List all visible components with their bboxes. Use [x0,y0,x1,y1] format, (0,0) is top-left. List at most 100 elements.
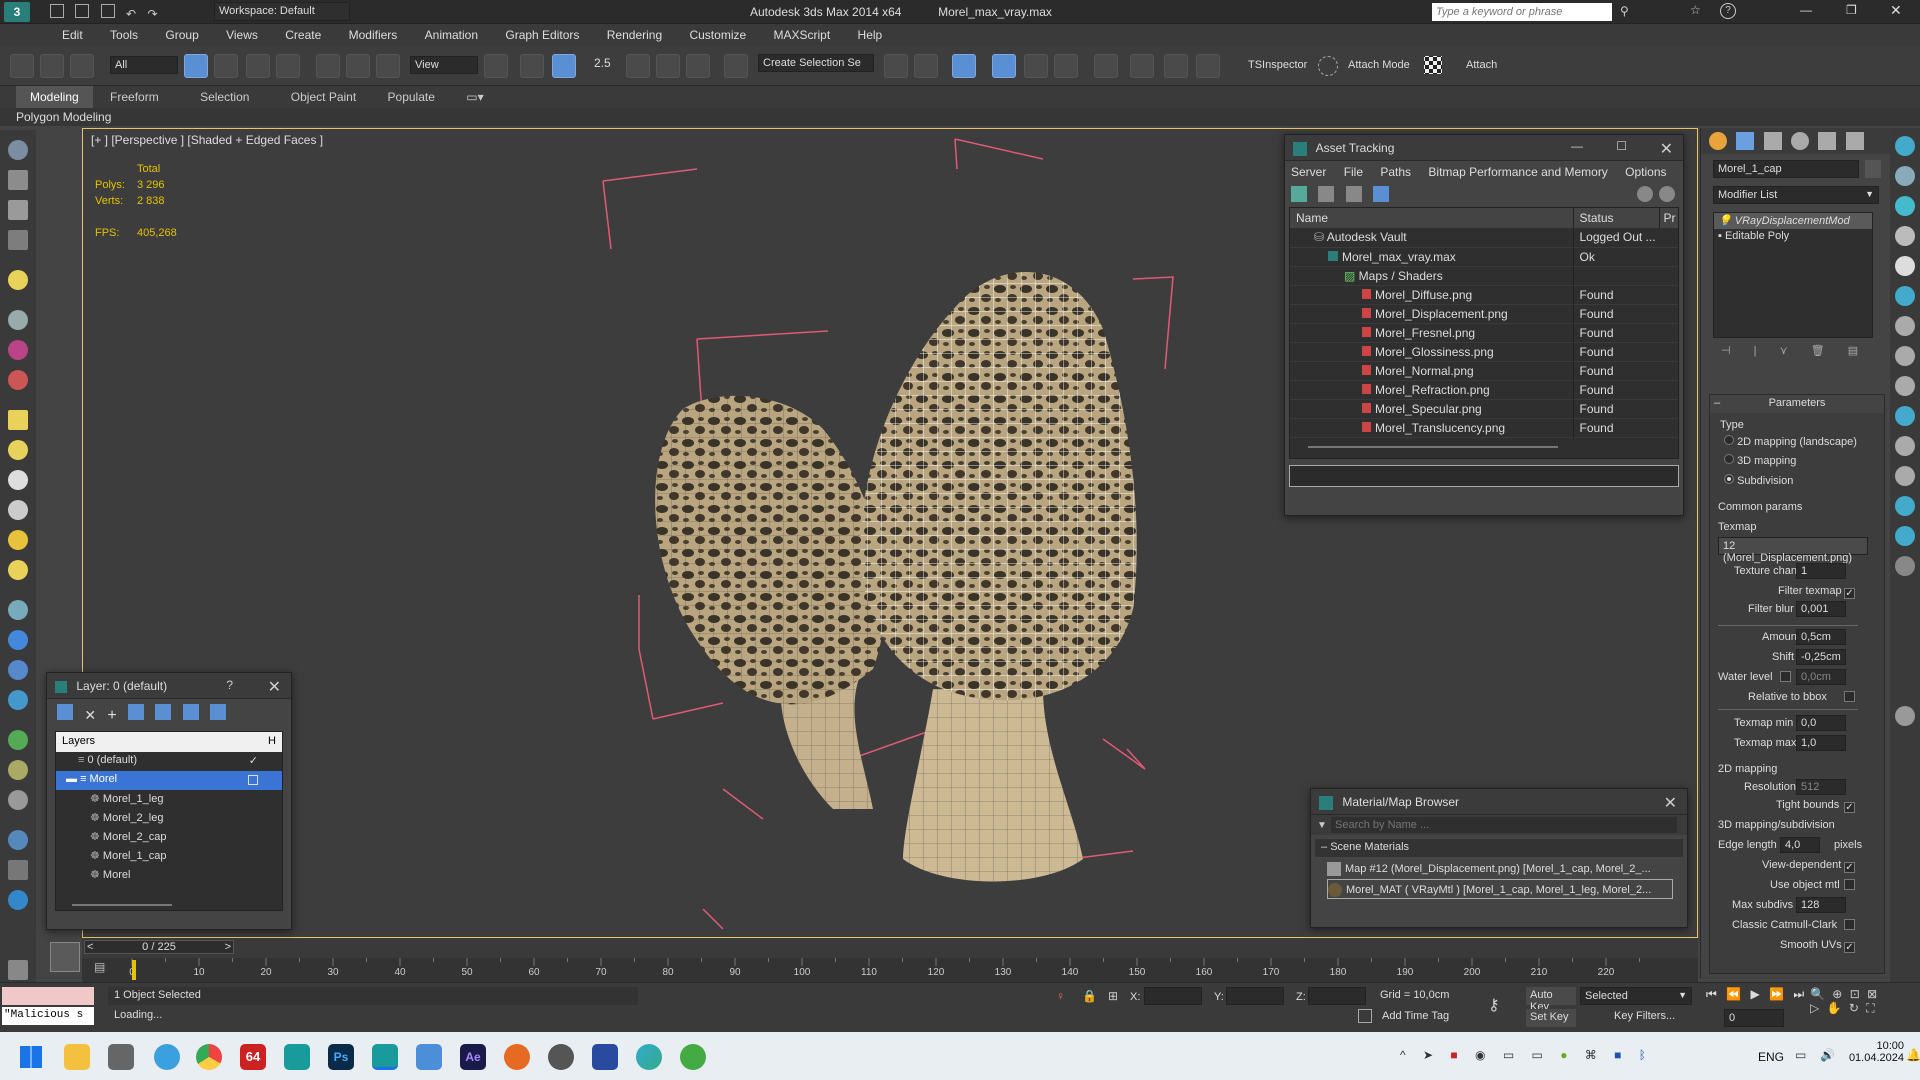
use-object-mtl-checkbox[interactable] [1844,879,1855,893]
tab-selection[interactable]: Selection [186,86,263,108]
morel-2-mesh[interactable] [655,395,885,809]
layer-window-titlebar[interactable]: Layer: 0 (default) ? ✕ [47,673,291,699]
asset-close-button[interactable]: ✕ [1660,139,1673,159]
display-tab-icon[interactable] [1818,132,1837,150]
texmap-button[interactable]: 12 (Morel_Displacement.png) [1718,537,1868,564]
time-cursor[interactable] [132,960,136,980]
show-end-result-icon[interactable]: | [1754,345,1757,357]
attach-mode-label[interactable]: Attach Mode [1348,59,1410,71]
tab-modeling[interactable]: Modeling [16,86,93,108]
vray-scene-icon[interactable] [1895,526,1915,546]
layer-help-button[interactable]: ? [226,678,233,692]
select-in-layer-icon[interactable] [128,704,145,720]
tray-nvidia-icon[interactable]: ● [1560,1048,1567,1062]
table-row[interactable]: Morel_Fresnel.png Found [1290,323,1678,342]
viewport-layout-icon[interactable] [8,230,28,250]
helper-icon[interactable] [8,340,28,360]
menu-customize[interactable]: Customize [677,24,758,46]
zoom-icon[interactable]: 🔍 [1810,987,1825,1001]
menu-group[interactable]: Group [153,24,210,46]
hide-all-layers-icon[interactable] [182,704,199,720]
tray-bluetooth-icon[interactable]: ᛒ [1639,1048,1646,1062]
menu-create[interactable]: Create [273,24,333,46]
torus-icon[interactable] [8,470,28,490]
workspace-dropdown[interactable]: Workspace: Default [214,2,350,21]
attach-button[interactable]: Attach [1466,59,1497,71]
scale-icon[interactable] [376,54,400,78]
tray-display-icon[interactable]: ▭ [1532,1048,1543,1062]
3dsmax-active-icon[interactable] [372,1044,398,1070]
telegram-icon[interactable] [154,1044,180,1070]
vray-plane-icon[interactable] [1895,346,1915,366]
water-level-checkbox[interactable] [1780,671,1791,685]
globe-icon[interactable] [8,690,28,710]
menu-graph-editors[interactable]: Graph Editors [493,24,591,46]
texmap-max-spinner[interactable]: 1,0 [1796,735,1846,751]
tray-record-icon[interactable]: ■ [1450,1048,1457,1062]
scene-explorer-icon[interactable] [8,170,28,190]
tray-chevron-icon[interactable]: ^ [1400,1048,1406,1062]
selection-lock-icon[interactable]: 🔒 [1082,989,1097,1003]
geosphere-icon[interactable] [8,560,28,580]
vray-help-icon[interactable] [1895,706,1915,726]
table-row[interactable]: Morel_Translucency.png Found [1290,418,1678,437]
list-item[interactable]: ☸ Morel_1_leg [56,790,282,809]
restore-button[interactable]: ❐ [1846,3,1857,17]
expand-arrow-icon[interactable]: ▬ [66,773,80,785]
select-object-icon[interactable] [184,54,208,78]
torrent-icon[interactable] [680,1044,706,1070]
light-icon[interactable] [8,270,28,290]
table-row[interactable]: Morel_Displacement.png Found [1290,304,1678,323]
star-icon[interactable]: ☆ [1690,3,1701,17]
modifier-list-dropdown[interactable]: Modifier List ▼ [1713,186,1879,204]
relative-bbox-checkbox[interactable] [1844,691,1855,705]
tray-telegram-icon[interactable]: ➤ [1423,1048,1433,1062]
tray-monitor2-icon[interactable]: ▭ [1795,1048,1806,1062]
menu-tools[interactable]: Tools [98,24,150,46]
absolute-mode-icon[interactable]: ⊞ [1108,989,1118,1003]
remove-modifier-icon[interactable]: 🗑 [1811,345,1825,357]
bind-spacewarp-icon[interactable] [70,54,94,78]
table-view-icon[interactable] [1373,186,1390,202]
keyboard-shortcut-icon[interactable] [520,54,544,78]
list-item[interactable]: ▬ ≡ Morel [56,771,282,790]
max-logo-icon[interactable]: 3 [4,2,30,22]
current-layer-box-icon[interactable] [248,775,258,785]
viewport-shading-icon[interactable] [8,890,28,910]
system-icon[interactable] [8,660,28,680]
asset-menu-server[interactable]: Server [1291,165,1326,179]
windows-start-icon[interactable] [20,1046,42,1068]
zoom-all-icon[interactable]: ⊕ [1832,987,1842,1001]
hierarchy-tab-icon[interactable] [1763,132,1782,150]
selection-filter-dropdown[interactable]: All [110,56,178,74]
tight-bounds-checkbox[interactable]: ✓ [1844,799,1855,813]
render-sphere-icon[interactable] [8,830,28,850]
ribbon-toggle-icon[interactable] [992,54,1016,78]
link-icon[interactable] [10,54,34,78]
list-item[interactable]: Morel_MAT ( VRayMtl ) [Morel_1_cap, More… [1327,879,1673,899]
add-to-layer-icon[interactable]: + [107,707,116,724]
g-app-icon[interactable] [504,1044,530,1070]
zoom-extents-all-icon[interactable]: ⊠ [1867,987,1877,1001]
menu-maxscript[interactable]: MAXScript [762,24,843,46]
open-file-icon[interactable] [75,4,90,18]
new-layer-icon[interactable] [57,704,73,720]
material-browser-titlebar[interactable]: Material/Map Browser ✕ [1311,789,1687,815]
app-64-icon[interactable]: 64 [240,1044,266,1070]
asset-menu-options[interactable]: Options [1625,165,1666,179]
undo-icon[interactable]: ↶ [126,7,136,21]
table-row[interactable]: Morel_max_vray.max Ok [1290,247,1678,266]
window-crossing-icon[interactable] [276,54,300,78]
tab-populate[interactable]: Populate [374,86,449,108]
list-view-icon[interactable] [1318,186,1335,202]
vray-render-icon[interactable] [1895,436,1915,456]
ribbon-options-icon[interactable]: ▭▾ [452,86,497,108]
maximize-viewport-icon[interactable]: ⛶ [1866,1001,1874,1015]
layer-explorer-icon[interactable] [952,54,976,78]
utilities-tab-icon[interactable] [1845,132,1864,150]
field-of-view-icon[interactable]: ▷ [1810,1001,1819,1015]
table-row[interactable]: Morel_Diffuse.png Found [1290,285,1678,304]
vault-settings-icon[interactable] [1659,186,1675,202]
zoom-extents-icon[interactable]: ⊡ [1850,987,1860,1001]
catmull-clark-checkbox[interactable] [1844,919,1855,933]
